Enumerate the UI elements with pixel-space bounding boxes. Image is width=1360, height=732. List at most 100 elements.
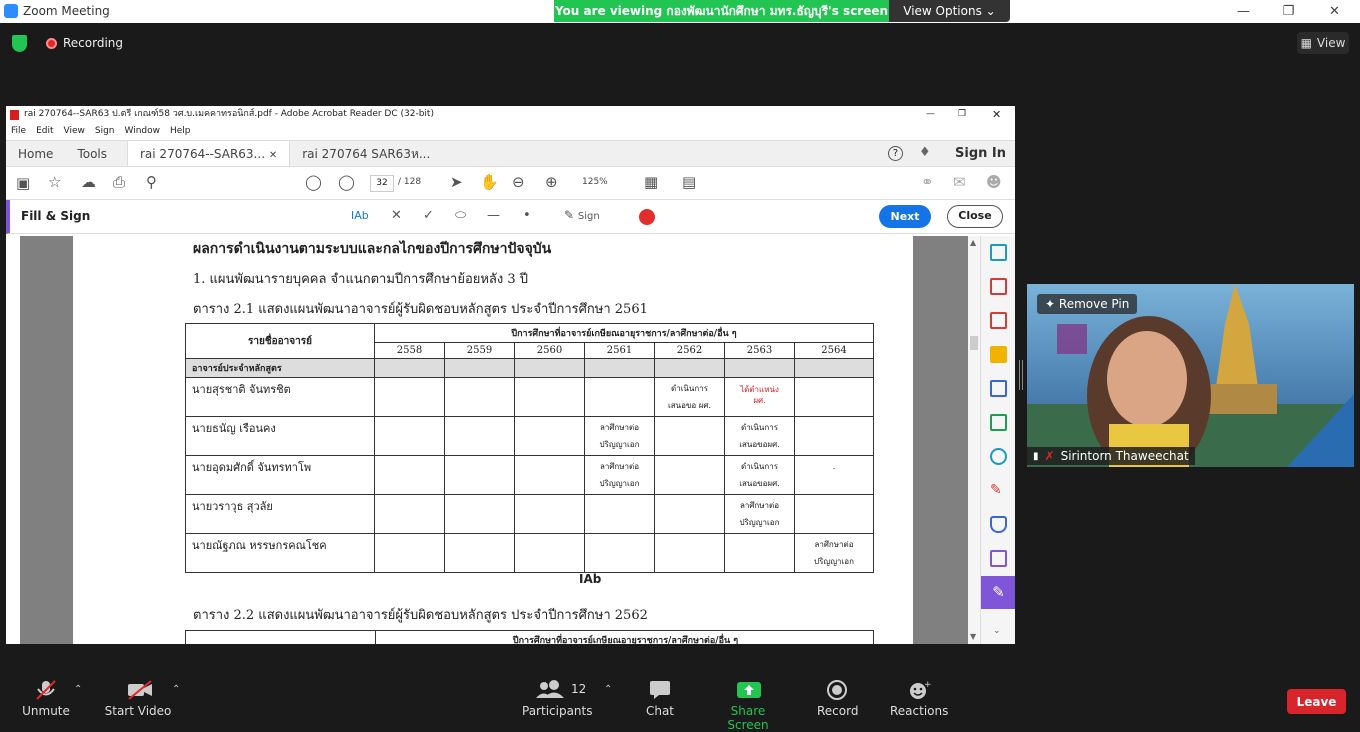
leave-button[interactable]: Leave bbox=[1287, 689, 1346, 714]
table-cell bbox=[584, 494, 655, 534]
protect-icon[interactable] bbox=[990, 516, 1007, 533]
tab-home[interactable]: Home bbox=[6, 141, 65, 166]
security-shield-icon[interactable] bbox=[12, 35, 27, 52]
compress-icon[interactable] bbox=[990, 414, 1007, 431]
table-body: นายสุรชาติ จันทรชิต ดำเนินการ เสนอขอ ผศ. ไ… bbox=[185, 377, 874, 573]
previous-page-icon[interactable]: ◯ bbox=[305, 173, 322, 191]
table-cell bbox=[514, 416, 585, 456]
color-picker-icon[interactable] bbox=[639, 209, 655, 225]
remove-pin-label: Remove Pin bbox=[1058, 297, 1130, 311]
enhance-scan-icon[interactable] bbox=[990, 448, 1007, 465]
help-icon[interactable]: ? bbox=[888, 146, 903, 161]
tab-close-icon[interactable]: ✕ bbox=[269, 150, 277, 161]
edit-pencil-icon[interactable]: ✎ bbox=[990, 482, 1007, 499]
zoom-in-icon[interactable]: ⊕ bbox=[545, 173, 558, 191]
year-header: 2558 bbox=[374, 342, 445, 359]
table-cell bbox=[374, 455, 445, 495]
select-cursor-icon[interactable]: ➤ bbox=[450, 173, 463, 191]
table-cell bbox=[794, 358, 874, 378]
page-fit-icon[interactable]: ▦ bbox=[644, 173, 658, 191]
tools-scroll-down-icon[interactable]: ⌄ bbox=[993, 626, 1001, 636]
acrobat-close-icon[interactable]: ✕ bbox=[992, 106, 1001, 123]
document-viewport[interactable]: ผลการดำเนินงานตามระบบและกลไกของปีการศึกษ… bbox=[20, 236, 968, 644]
bell-icon[interactable]: ♦ bbox=[919, 145, 931, 160]
menu-help[interactable]: Help bbox=[170, 123, 191, 140]
acrobat-minimize-icon[interactable]: — bbox=[926, 106, 935, 123]
tab-document-1[interactable]: rai 270764--SAR63... ✕ bbox=[127, 141, 291, 166]
table-cell bbox=[584, 533, 655, 573]
table-cell bbox=[444, 455, 515, 495]
close-button[interactable]: Close bbox=[947, 205, 1003, 228]
tab-tools[interactable]: Tools bbox=[65, 141, 127, 166]
menu-sign[interactable]: Sign bbox=[95, 123, 115, 140]
fill-sign-tool-icon[interactable]: ✎ bbox=[981, 576, 1015, 609]
remove-pin-button[interactable]: ✦ Remove Pin bbox=[1037, 294, 1138, 314]
view-button[interactable]: ▦ View bbox=[1297, 32, 1349, 54]
reactions-button[interactable]: + Reactions bbox=[890, 680, 948, 718]
audio-options-chevron-icon[interactable]: ⌃ bbox=[74, 684, 82, 695]
hand-tool-icon[interactable]: ✋ bbox=[480, 173, 499, 191]
video-tile[interactable]: ✦ Remove Pin ▮ ✗ Sirintorn Thaweechat bbox=[1027, 284, 1354, 467]
table-cell bbox=[374, 494, 445, 534]
email-icon[interactable]: ✉ bbox=[953, 173, 966, 191]
record-button[interactable]: Record bbox=[817, 680, 858, 718]
participants-options-chevron-icon[interactable]: ⌃ bbox=[604, 684, 612, 695]
minimize-icon[interactable]: — bbox=[1221, 0, 1266, 23]
link-icon[interactable]: ⚭ bbox=[921, 173, 934, 191]
add-text-icon[interactable]: IAb bbox=[351, 209, 369, 222]
prepare-form-icon[interactable] bbox=[990, 550, 1007, 567]
close-icon[interactable]: ✕ bbox=[1312, 0, 1357, 23]
table-cell: ดำเนินการ เสนอขอผศ. bbox=[724, 416, 795, 456]
unmute-button[interactable]: Unmute bbox=[18, 680, 74, 718]
table-row: นายธนัญ เรือนคง ลาศึกษาต่อ ปริญญาเอก ดำเนิ… bbox=[185, 416, 874, 456]
zoom-out-icon[interactable]: ⊖ bbox=[512, 173, 525, 191]
acrobat-maximize-icon[interactable]: ❐ bbox=[958, 106, 966, 123]
upload-cloud-icon[interactable]: ☁ bbox=[81, 173, 96, 191]
page-number-input[interactable]: 32 bbox=[370, 175, 394, 192]
save-icon[interactable]: ▣ bbox=[16, 174, 30, 192]
menu-window[interactable]: Window bbox=[125, 123, 161, 140]
tab-document-2[interactable]: rai 270764 SAR63ห... bbox=[290, 141, 442, 166]
zoom-level-select[interactable]: 125% bbox=[582, 177, 608, 187]
pen-icon: ✎ bbox=[564, 208, 575, 222]
bookmark-star-icon[interactable]: ☆ bbox=[48, 173, 61, 191]
video-options-chevron-icon[interactable]: ⌃ bbox=[172, 684, 180, 695]
comment-icon[interactable] bbox=[990, 346, 1007, 363]
menu-file[interactable]: File bbox=[11, 123, 26, 140]
cross-mark-icon[interactable]: ✕ bbox=[391, 208, 402, 223]
year-header: 2564 bbox=[794, 342, 874, 359]
chat-label: Chat bbox=[645, 704, 675, 718]
dot-icon[interactable]: • bbox=[523, 208, 531, 223]
record-icon bbox=[826, 680, 848, 700]
print-icon[interactable]: ⎙ bbox=[113, 173, 125, 191]
line-icon[interactable]: — bbox=[487, 208, 500, 223]
scroll-up-icon[interactable]: ▲ bbox=[970, 238, 976, 247]
export-pdf-icon[interactable] bbox=[990, 244, 1007, 261]
ellipse-icon[interactable]: ⬭ bbox=[455, 208, 466, 223]
teacher-name: นายณัฐภณ หรรษกรคณโชค bbox=[185, 533, 375, 573]
chat-button[interactable]: Chat bbox=[643, 680, 677, 718]
combine-files-icon[interactable] bbox=[990, 380, 1007, 397]
splitter-handle[interactable] bbox=[1019, 360, 1023, 390]
sign-in-link[interactable]: Sign In bbox=[955, 146, 1006, 161]
share-screen-button[interactable]: Share Screen bbox=[712, 680, 784, 732]
start-video-button[interactable]: Start Video bbox=[104, 680, 172, 718]
scroll-mode-icon[interactable]: ▤ bbox=[682, 173, 696, 191]
vertical-scrollbar[interactable]: ▲ ▼ bbox=[968, 236, 980, 644]
table-cell: . bbox=[794, 455, 874, 495]
maximize-icon[interactable]: ❐ bbox=[1266, 0, 1311, 23]
search-icon[interactable]: ⚲ bbox=[146, 173, 157, 191]
sign-button[interactable]: ✎ Sign bbox=[564, 208, 600, 222]
view-options-button[interactable]: View Options ⌄ bbox=[889, 0, 1010, 22]
menu-view[interactable]: View bbox=[64, 123, 85, 140]
next-page-icon[interactable]: ◯ bbox=[338, 173, 355, 191]
checkmark-icon[interactable]: ✓ bbox=[423, 208, 434, 223]
menu-edit[interactable]: Edit bbox=[36, 123, 53, 140]
scroll-down-icon[interactable]: ▼ bbox=[970, 632, 976, 641]
table-cell bbox=[794, 377, 874, 417]
create-pdf-icon[interactable] bbox=[990, 312, 1007, 329]
next-button[interactable]: Next bbox=[879, 205, 931, 228]
add-user-icon[interactable]: ☻ bbox=[986, 173, 1002, 191]
scroll-thumb[interactable] bbox=[970, 336, 978, 350]
organize-pages-icon[interactable] bbox=[990, 278, 1007, 295]
